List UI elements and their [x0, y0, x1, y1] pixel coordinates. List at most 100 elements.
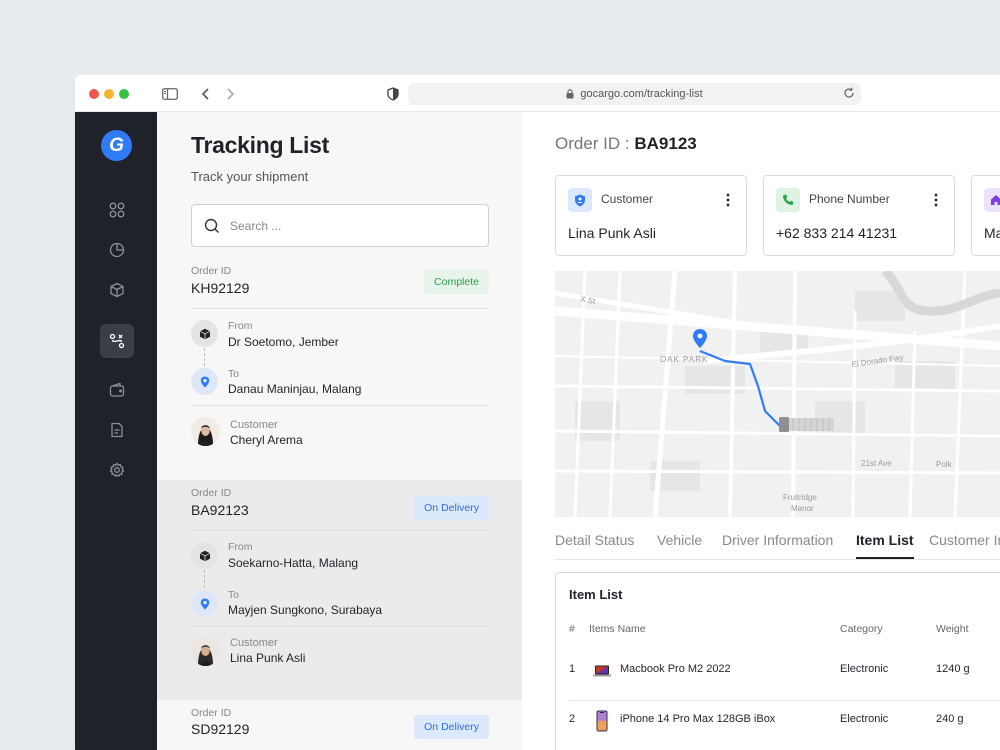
status-badge: On Delivery [414, 715, 489, 739]
row-number: 2 [569, 713, 575, 725]
grid-icon [109, 202, 125, 218]
item-category: Electronic [840, 663, 888, 675]
order-card-sd92129[interactable]: Order ID SD92129 On Delivery [157, 700, 522, 750]
card-value: Ma [984, 225, 1000, 241]
back-icon[interactable] [197, 85, 215, 103]
route-connector [204, 570, 205, 588]
more-options-icon[interactable] [928, 190, 944, 210]
route-connector [204, 348, 205, 366]
detail-tabs: Detail Status Vehicle Driver Information… [555, 528, 1000, 560]
order-id: KH92129 [191, 280, 249, 296]
order-id-label: Order ID [191, 707, 231, 719]
address-card: Ma [971, 175, 1000, 256]
order-id-label: Order ID [191, 265, 231, 277]
address-bar[interactable]: gocargo.com/tracking-list [408, 83, 861, 105]
column-header-items-name: Items Name [589, 623, 646, 635]
settings-icon [109, 462, 125, 478]
route-map[interactable]: X St OAK PARK El Dorado Fwy 21st Ave Pol… [555, 271, 1000, 517]
customer-card: Customer Lina Punk Asli [555, 175, 747, 256]
pie-chart-icon [109, 242, 125, 258]
column-header-category: Category [840, 623, 883, 635]
to-address: Mayjen Sungkono, Surabaya [228, 603, 382, 617]
tab-customer-info[interactable]: Customer In [929, 532, 1000, 557]
page-subtitle: Track your shipment [191, 169, 308, 184]
sidebar-item-dashboard[interactable] [100, 193, 134, 227]
phone-card: Phone Number +62 833 214 41231 [763, 175, 955, 256]
logo-letter: G [109, 135, 124, 157]
item-name: iPhone 14 Pro Max 128GB iBox [620, 713, 775, 725]
sidebar: G [75, 112, 157, 750]
customer-label: Customer [230, 637, 278, 649]
box-icon [109, 282, 125, 298]
column-header-number: # [569, 623, 575, 635]
search-input[interactable] [230, 219, 470, 233]
customer-name: Cheryl Arema [230, 433, 303, 447]
reload-icon[interactable] [843, 87, 855, 102]
card-value: Lina Punk Asli [568, 225, 656, 241]
from-label: From [228, 320, 253, 332]
status-badge: On Delivery [414, 496, 489, 520]
maximize-window-button[interactable] [119, 89, 129, 99]
location-pin-icon [191, 368, 218, 395]
item-weight: 240 g [936, 713, 964, 725]
tab-driver-information[interactable]: Driver Information [722, 532, 833, 557]
url-text: gocargo.com/tracking-list [580, 88, 702, 100]
item-weight: 1240 g [936, 663, 970, 675]
tab-detail-status[interactable]: Detail Status [555, 532, 634, 557]
order-id-prefix: Order ID : [555, 134, 630, 153]
lock-icon [566, 89, 574, 99]
order-card-ba92123[interactable]: Order ID BA92123 On Delivery From Soekar… [157, 480, 522, 700]
sidebar-item-documents[interactable] [100, 413, 134, 447]
card-label: Phone Number [809, 192, 890, 206]
privacy-shield-icon[interactable] [384, 85, 402, 103]
minimize-window-button[interactable] [104, 89, 114, 99]
order-card-kh92129[interactable]: Order ID KH92129 Complete From Dr Soetom… [157, 258, 522, 480]
item-category: Electronic [840, 713, 888, 725]
package-icon [191, 320, 218, 347]
tab-vehicle[interactable]: Vehicle [657, 532, 702, 557]
avatar [191, 417, 220, 446]
divider [191, 405, 489, 406]
route-icon [109, 333, 125, 349]
sidebar-item-settings[interactable] [100, 453, 134, 487]
table-row[interactable]: 1 Macbook Pro M2 2022 Electronic 1240 g [556, 647, 1000, 697]
browser-toolbar: gocargo.com/tracking-list [75, 75, 1000, 112]
order-detail-panel: Order ID : BA9123 Customer Lina Punk Asl… [522, 112, 1000, 750]
to-label: To [228, 589, 239, 601]
to-address: Danau Maninjau, Malang [228, 382, 361, 396]
from-address: Soekarno-Hatta, Malang [228, 556, 358, 570]
order-detail-title: Order ID : BA9123 [555, 134, 697, 154]
sidebar-item-packages[interactable] [100, 273, 134, 307]
tracking-list-panel: Tracking List Track your shipment Order … [157, 112, 522, 750]
forward-icon[interactable] [221, 85, 239, 103]
more-options-icon[interactable] [720, 190, 736, 210]
close-window-button[interactable] [89, 89, 99, 99]
map-label: 21st Ave [861, 459, 892, 468]
gocargo-logo[interactable]: G [101, 130, 132, 161]
card-value: +62 833 214 41231 [776, 225, 897, 241]
item-list-card: Item List # Items Name Category Weight 1… [555, 572, 1000, 750]
sidebar-item-tracking[interactable] [100, 324, 134, 358]
divider [191, 530, 489, 531]
search-box[interactable] [191, 204, 489, 247]
page-title: Tracking List [191, 132, 329, 159]
phone-thumbnail [593, 709, 611, 733]
map-label: OAK PARK [660, 355, 708, 364]
card-label: Customer [601, 192, 653, 206]
sidebar-toggle-icon[interactable] [161, 85, 179, 103]
row-number: 1 [569, 663, 575, 675]
phone-icon [776, 188, 800, 212]
divider [191, 308, 489, 309]
map-label: Manor [791, 504, 814, 513]
sidebar-item-wallet[interactable] [100, 373, 134, 407]
map-label: Fruitridge [783, 493, 817, 502]
sidebar-item-analytics[interactable] [100, 233, 134, 267]
order-id: SD92129 [191, 721, 249, 737]
laptop-thumbnail [593, 659, 611, 683]
avatar [191, 637, 220, 666]
search-icon [204, 218, 220, 234]
divider [191, 626, 489, 627]
status-badge: Complete [424, 270, 489, 294]
tab-item-list[interactable]: Item List [856, 532, 914, 559]
table-row[interactable]: 2 iPhone 14 Pro Max 128GB iBox Electroni… [556, 697, 1000, 747]
